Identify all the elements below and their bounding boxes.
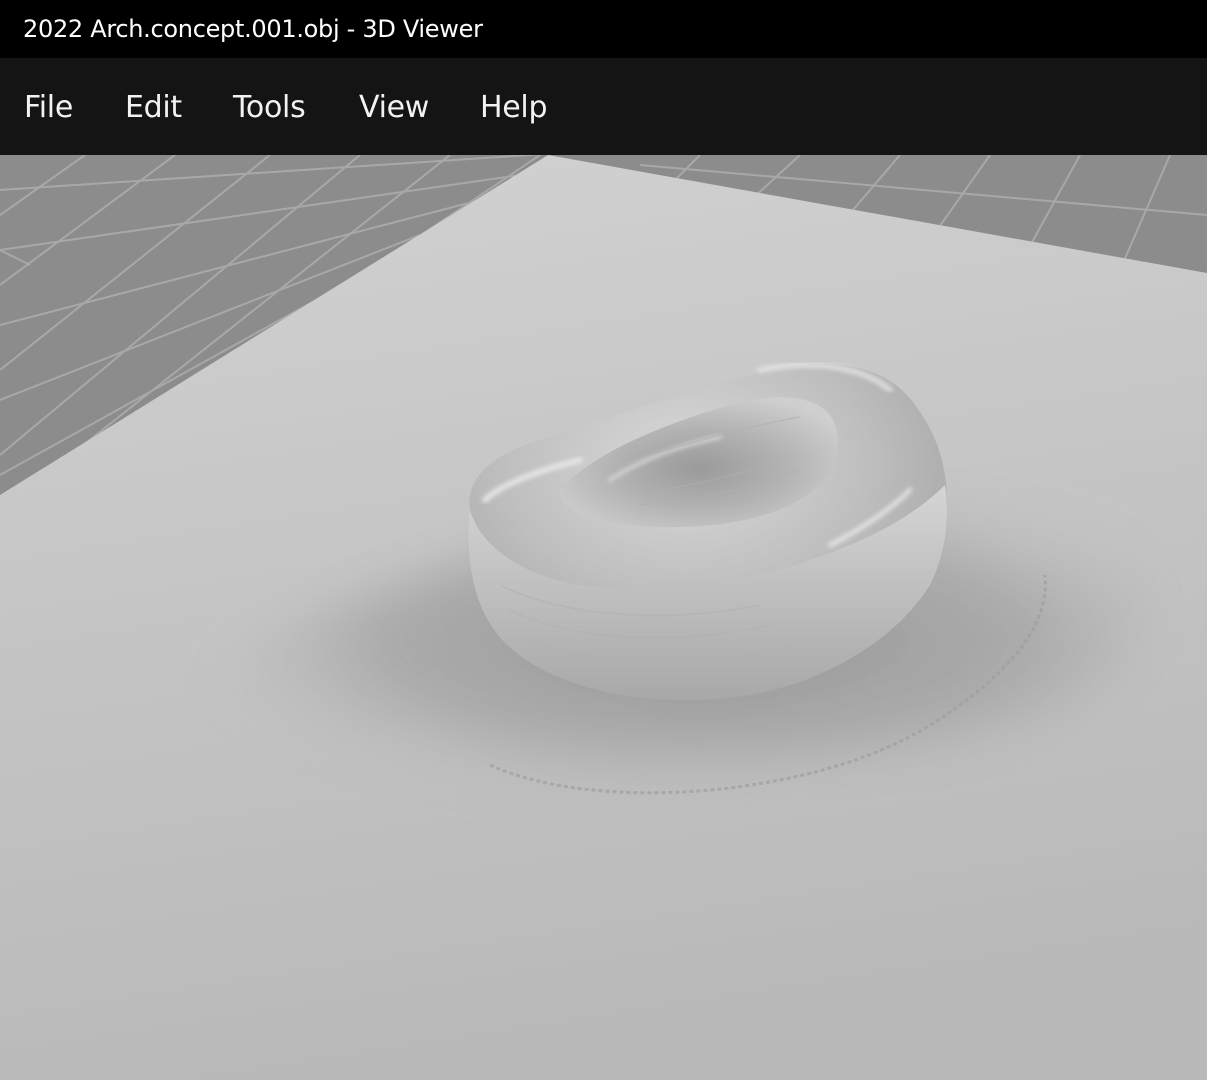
scene-canvas[interactable] xyxy=(0,155,1207,1080)
window-title: 2022 Arch.concept.001.obj - 3D Viewer xyxy=(23,15,483,43)
3d-viewer-window: 2022 Arch.concept.001.obj - 3D Viewer Fi… xyxy=(0,0,1207,1080)
menu-file[interactable]: File xyxy=(24,93,73,123)
menu-view[interactable]: View xyxy=(359,93,429,123)
menu-tools[interactable]: Tools xyxy=(233,93,306,123)
3d-viewport[interactable] xyxy=(0,155,1207,1080)
menu-help[interactable]: Help xyxy=(480,93,548,123)
title-bar[interactable]: 2022 Arch.concept.001.obj - 3D Viewer xyxy=(0,0,1207,58)
menu-edit[interactable]: Edit xyxy=(125,93,182,123)
menu-bar: File Edit Tools View Help xyxy=(0,58,1207,155)
